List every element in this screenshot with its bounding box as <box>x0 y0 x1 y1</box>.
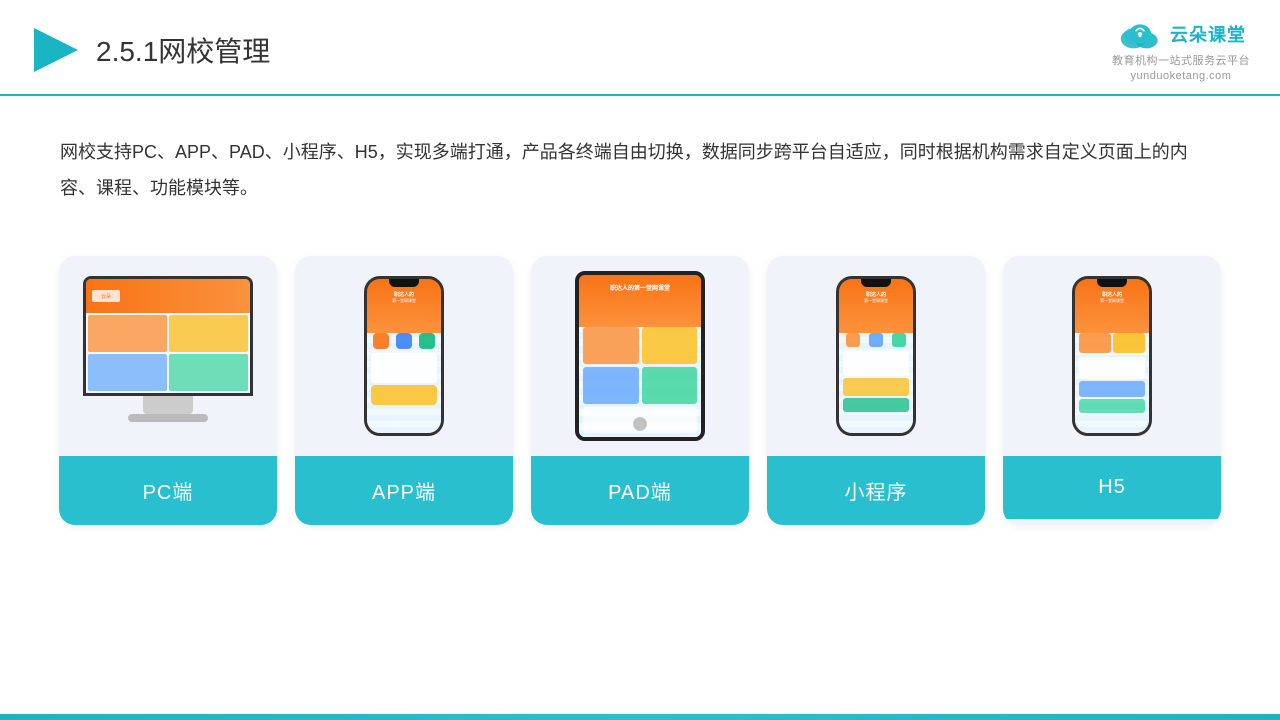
phone-notch-h5 <box>1097 279 1127 287</box>
phone-mockup-app: 职达人的 第一堂网课堂 <box>364 276 444 436</box>
card-app-label: APP端 <box>295 456 513 525</box>
logo-sub: 教育机构一站式服务云平台 <box>1112 52 1250 68</box>
monitor-stand <box>143 396 193 414</box>
description-paragraph: 网校支持PC、APP、PAD、小程序、H5，实现多端打通，产品各终端自由切换，数… <box>60 134 1220 206</box>
phone-mockup-h5: 职达人的 第一堂网课堂 <box>1072 276 1152 436</box>
tablet-screen: 职达人的第一堂网课堂 <box>579 275 701 437</box>
card-h5: 职达人的 第一堂网课堂 H5 <box>1003 256 1221 525</box>
description-text: 网校支持PC、APP、PAD、小程序、H5，实现多端打通，产品各终端自由切换，数… <box>0 96 1280 226</box>
monitor-base <box>128 414 208 422</box>
title-text: 网校管理 <box>158 36 270 67</box>
header-left: 2.5.1网校管理 <box>30 24 270 76</box>
logo-area: 云朵课堂 教育机构一站式服务云平台 yunduoketang.com <box>1112 18 1250 82</box>
phone-screen-h5: 职达人的 第一堂网课堂 <box>1075 279 1149 433</box>
card-mini: 职达人的 第一堂网课堂 小程序 <box>767 256 985 525</box>
page-title: 2.5.1网校管理 <box>96 30 270 70</box>
card-h5-label: H5 <box>1003 456 1221 519</box>
card-pc-label: PC端 <box>59 456 277 525</box>
play-icon <box>30 24 82 76</box>
logo-text: 云朵课堂 <box>1170 21 1246 47</box>
monitor-screen-inner: 云朵 <box>86 279 250 393</box>
phone-mockup-mini: 职达人的 第一堂网课堂 <box>836 276 916 436</box>
phone-screen-app: 职达人的 第一堂网课堂 <box>367 279 441 433</box>
phone-notch-app <box>389 279 419 287</box>
logo-url: yunduoketang.com <box>1131 70 1232 82</box>
logo-cloud: 云朵课堂 <box>1116 18 1246 50</box>
phone-screen-mini: 职达人的 第一堂网课堂 <box>839 279 913 433</box>
bottom-bar <box>0 714 1280 720</box>
card-pc-image: 云朵 <box>59 256 277 456</box>
card-pc: 云朵 PC端 <box>59 256 277 525</box>
card-pad-image: 职达人的第一堂网课堂 <box>531 256 749 456</box>
card-mini-label: 小程序 <box>767 456 985 525</box>
title-number: 2.5.1 <box>96 36 158 67</box>
phone-notch-mini <box>861 279 891 287</box>
card-app: 职达人的 第一堂网课堂 APP端 <box>295 256 513 525</box>
cloud-icon <box>1116 18 1164 50</box>
cards-area: 云朵 PC端 <box>0 236 1280 525</box>
card-pad: 职达人的第一堂网课堂 <box>531 256 749 525</box>
card-mini-image: 职达人的 第一堂网课堂 <box>767 256 985 456</box>
pc-monitor: 云朵 <box>83 276 253 436</box>
tablet-mockup: 职达人的第一堂网课堂 <box>575 271 705 441</box>
card-h5-image: 职达人的 第一堂网课堂 <box>1003 256 1221 456</box>
monitor-screen: 云朵 <box>83 276 253 396</box>
card-pad-label: PAD端 <box>531 456 749 525</box>
card-app-image: 职达人的 第一堂网课堂 <box>295 256 513 456</box>
page-header: 2.5.1网校管理 云朵课堂 教育机构一站式服务云平台 yunduoketang… <box>0 0 1280 96</box>
